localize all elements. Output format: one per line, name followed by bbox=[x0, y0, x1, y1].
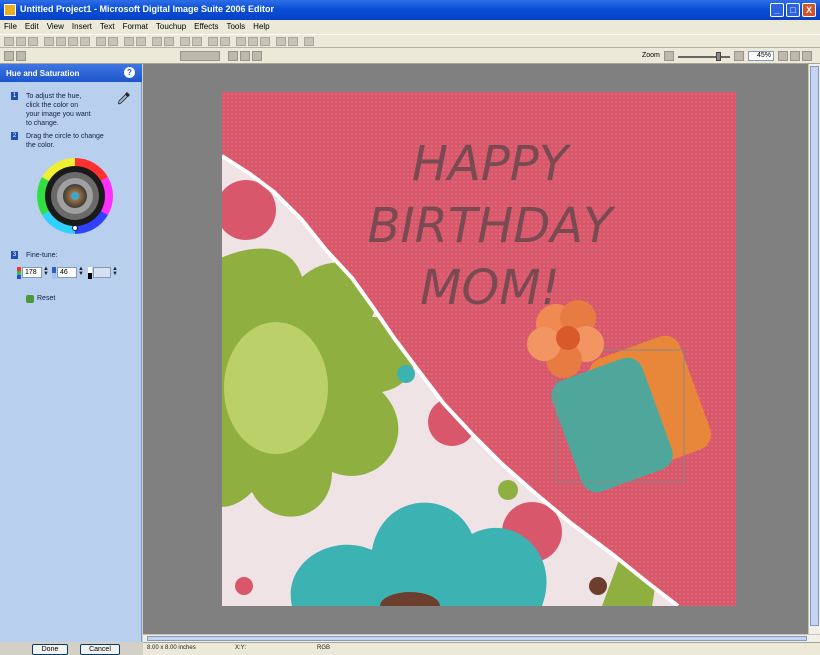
pointer-icon[interactable] bbox=[16, 51, 26, 61]
paste-icon[interactable] bbox=[80, 37, 90, 46]
menu-effects[interactable]: Effects bbox=[190, 20, 222, 34]
vertical-scrollbar[interactable] bbox=[808, 64, 820, 634]
text-tool-icon[interactable] bbox=[152, 37, 162, 46]
flatten-icon[interactable] bbox=[288, 37, 298, 46]
menu-touchup[interactable]: Touchup bbox=[152, 20, 190, 34]
app-icon bbox=[4, 4, 16, 16]
pan-icon[interactable] bbox=[4, 51, 14, 61]
group-icon[interactable] bbox=[276, 37, 286, 46]
greeting-line-3: MOM! bbox=[420, 260, 560, 316]
hue-saturation-palette: Hue and Saturation ? 1 To adjust the hue… bbox=[0, 64, 142, 642]
menu-edit[interactable]: Edit bbox=[21, 20, 43, 34]
save-icon[interactable] bbox=[28, 37, 38, 46]
eyedropper-icon[interactable] bbox=[116, 90, 132, 106]
effects-icon[interactable] bbox=[220, 37, 230, 46]
mode-dropdown[interactable] bbox=[180, 51, 220, 61]
lightness-icon bbox=[88, 267, 92, 279]
reset-link[interactable]: Reset bbox=[37, 295, 55, 302]
step-3-text: Fine-tune: bbox=[26, 252, 58, 259]
menu-view[interactable]: View bbox=[43, 20, 68, 34]
main-toolbar bbox=[0, 34, 820, 48]
option-c-icon[interactable] bbox=[252, 51, 262, 61]
step-1-text: To adjust the hue, click the color on yo… bbox=[26, 93, 91, 127]
redo-icon[interactable] bbox=[108, 37, 118, 46]
status-position: X:Y: bbox=[235, 645, 247, 651]
title-bar: Untitled Project1 - Microsoft Digital Im… bbox=[0, 0, 820, 20]
close-button[interactable]: X bbox=[802, 3, 816, 17]
menu-help[interactable]: Help bbox=[249, 20, 273, 34]
shape-tool-icon[interactable] bbox=[164, 37, 174, 46]
zoom-slider-thumb[interactable] bbox=[716, 52, 721, 61]
vertical-scroll-thumb[interactable] bbox=[810, 66, 819, 626]
help-tool-icon[interactable] bbox=[304, 37, 314, 46]
hue-field[interactable]: 178 bbox=[22, 267, 42, 278]
horizontal-scrollbar[interactable] bbox=[143, 634, 820, 642]
greeting-line-2: BIRTHDAY bbox=[368, 198, 617, 254]
align-icon[interactable] bbox=[248, 37, 258, 46]
hue-icon bbox=[17, 267, 21, 279]
step-2-text: Drag the circle to change the color. bbox=[26, 133, 104, 149]
palette-header: Hue and Saturation ? bbox=[0, 64, 142, 82]
touchup-icon[interactable] bbox=[208, 37, 218, 46]
saturation-field[interactable]: 46 bbox=[57, 267, 77, 278]
cancel-button[interactable]: Cancel bbox=[80, 644, 120, 655]
option-b-icon[interactable] bbox=[240, 51, 250, 61]
crop-icon[interactable] bbox=[124, 37, 134, 46]
lightness-field[interactable] bbox=[93, 267, 111, 278]
maximize-button[interactable]: □ bbox=[786, 3, 800, 17]
done-button[interactable]: Done bbox=[32, 644, 68, 655]
birthday-card-image[interactable]: HAPPY BIRTHDAY MOM! bbox=[220, 92, 736, 608]
status-size: 8.00 x 8.00 inches bbox=[147, 645, 196, 651]
color-wheel[interactable] bbox=[37, 158, 113, 234]
menu-insert[interactable]: Insert bbox=[68, 20, 96, 34]
step-2-number: 2 bbox=[11, 132, 18, 140]
greeting-line-1: HAPPY bbox=[412, 136, 572, 192]
zoom-label: Zoom bbox=[642, 52, 660, 59]
lightness-spinner[interactable]: ▲ ▼ bbox=[112, 266, 118, 278]
copy-icon[interactable] bbox=[68, 37, 78, 46]
zoom-dropdown-icon[interactable] bbox=[778, 51, 788, 61]
options-bar: Zoom 45% bbox=[0, 48, 820, 64]
menu-tools[interactable]: Tools bbox=[222, 20, 249, 34]
undo-icon[interactable] bbox=[96, 37, 106, 46]
menu-text[interactable]: Text bbox=[96, 20, 119, 34]
status-bar: 8.00 x 8.00 inches X:Y: RGB bbox=[143, 642, 820, 655]
select-tool-icon[interactable] bbox=[180, 37, 190, 46]
open-icon[interactable] bbox=[16, 37, 26, 46]
option-a-icon[interactable] bbox=[228, 51, 238, 61]
cut-icon[interactable] bbox=[56, 37, 66, 46]
zoom-slider-track[interactable] bbox=[678, 56, 730, 58]
step-1-number: 1 bbox=[11, 92, 18, 100]
print-icon[interactable] bbox=[44, 37, 54, 46]
zoom-value-field[interactable]: 45% bbox=[748, 51, 774, 61]
reset-icon[interactable] bbox=[26, 295, 34, 303]
menu-format[interactable]: Format bbox=[119, 20, 152, 34]
fit-to-window-icon[interactable] bbox=[790, 51, 800, 61]
horizontal-scroll-thumb[interactable] bbox=[147, 636, 807, 641]
menu-file[interactable]: File bbox=[0, 20, 21, 34]
document-canvas[interactable]: HAPPY BIRTHDAY MOM! bbox=[220, 92, 736, 608]
minimize-button[interactable]: _ bbox=[770, 3, 784, 17]
zoom-in-button[interactable] bbox=[734, 51, 744, 61]
new-icon[interactable] bbox=[4, 37, 14, 46]
window-title: Untitled Project1 - Microsoft Digital Im… bbox=[20, 4, 275, 14]
zoom-out-button[interactable] bbox=[664, 51, 674, 61]
rotate-icon[interactable] bbox=[136, 37, 146, 46]
layers-icon[interactable] bbox=[236, 37, 246, 46]
order-icon[interactable] bbox=[260, 37, 270, 46]
hue-spinner[interactable]: ▲ ▼ bbox=[43, 266, 49, 278]
saturation-spinner[interactable]: ▲ ▼ bbox=[78, 266, 84, 278]
actual-size-icon[interactable] bbox=[802, 51, 812, 61]
step-3-number: 3 bbox=[11, 251, 18, 259]
palette-title: Hue and Saturation bbox=[6, 69, 80, 78]
status-mode: RGB bbox=[317, 645, 331, 651]
palette-help-icon[interactable]: ? bbox=[124, 67, 135, 78]
saturation-icon bbox=[52, 267, 56, 279]
brush-tool-icon[interactable] bbox=[192, 37, 202, 46]
menu-bar: File Edit View Insert Text Format Touchup Effec… bbox=[0, 20, 820, 34]
